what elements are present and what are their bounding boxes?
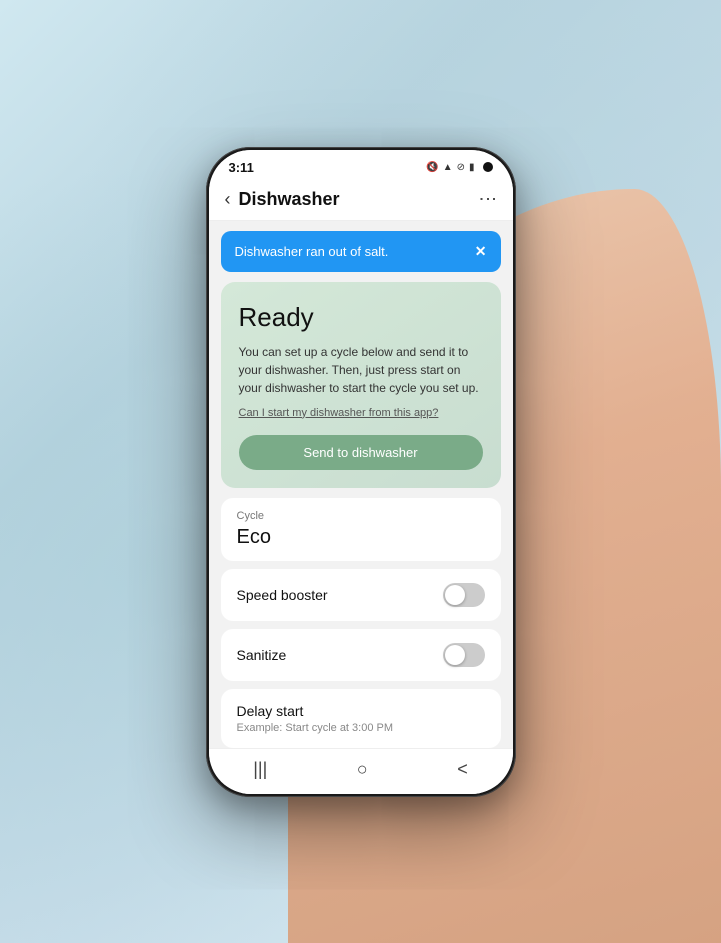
cycle-selector-card[interactable]: Cycle Eco bbox=[221, 498, 501, 561]
back-button[interactable]: ‹ bbox=[225, 189, 231, 210]
delay-start-card[interactable]: Delay start Example: Start cycle at 3:00… bbox=[221, 689, 501, 748]
signal-icon: ⊘ bbox=[457, 162, 465, 173]
ready-title: Ready bbox=[239, 302, 483, 333]
app-bar-left: ‹ Dishwasher bbox=[225, 189, 340, 210]
cycle-label: Cycle bbox=[237, 510, 485, 522]
speed-booster-label: Speed booster bbox=[237, 587, 328, 603]
ready-link[interactable]: Can I start my dishwasher from this app? bbox=[239, 407, 483, 419]
more-menu-button[interactable]: ⋮ bbox=[477, 190, 498, 209]
ready-description: You can set up a cycle below and send it… bbox=[239, 343, 483, 397]
ready-card: Ready You can set up a cycle below and s… bbox=[221, 282, 501, 488]
phone-screen: 3:11 🔇 ▲ ⊘ ▮ ‹ Dishwasher ⋮ bbox=[209, 150, 513, 794]
nav-back-icon[interactable]: < bbox=[457, 759, 468, 780]
speed-booster-row: Speed booster bbox=[221, 569, 501, 621]
mute-icon: 🔇 bbox=[426, 162, 438, 173]
delay-start-title: Delay start bbox=[237, 703, 485, 719]
notification-banner: Dishwasher ran out of salt. ✕ bbox=[221, 231, 501, 272]
status-icons: 🔇 ▲ ⊘ ▮ bbox=[426, 162, 492, 173]
screen-content: Dishwasher ran out of salt. ✕ Ready You … bbox=[209, 221, 513, 748]
status-time: 3:11 bbox=[229, 160, 254, 175]
speed-booster-toggle[interactable] bbox=[443, 583, 485, 607]
nav-recents-icon[interactable]: ||| bbox=[253, 759, 267, 780]
phone-frame: 3:11 🔇 ▲ ⊘ ▮ ‹ Dishwasher ⋮ bbox=[206, 147, 516, 797]
status-bar: 3:11 🔇 ▲ ⊘ ▮ bbox=[209, 150, 513, 181]
notification-close-button[interactable]: ✕ bbox=[475, 243, 487, 260]
sanitize-toggle[interactable] bbox=[443, 643, 485, 667]
sanitize-label: Sanitize bbox=[237, 647, 287, 663]
wifi-icon: ▲ bbox=[443, 162, 453, 173]
page-title: Dishwasher bbox=[239, 189, 340, 210]
cycle-value: Eco bbox=[237, 526, 485, 549]
delay-start-subtitle: Example: Start cycle at 3:00 PM bbox=[237, 722, 485, 734]
notification-text: Dishwasher ran out of salt. bbox=[235, 244, 389, 259]
phone-wrapper: 3:11 🔇 ▲ ⊘ ▮ ‹ Dishwasher ⋮ bbox=[206, 147, 516, 797]
battery-icon: ▮ bbox=[469, 162, 475, 173]
nav-home-icon[interactable]: ○ bbox=[357, 759, 368, 780]
bottom-nav: ||| ○ < bbox=[209, 748, 513, 794]
send-to-dishwasher-button[interactable]: Send to dishwasher bbox=[239, 435, 483, 470]
app-bar: ‹ Dishwasher ⋮ bbox=[209, 181, 513, 221]
camera-dot bbox=[483, 162, 493, 172]
sanitize-row: Sanitize bbox=[221, 629, 501, 681]
